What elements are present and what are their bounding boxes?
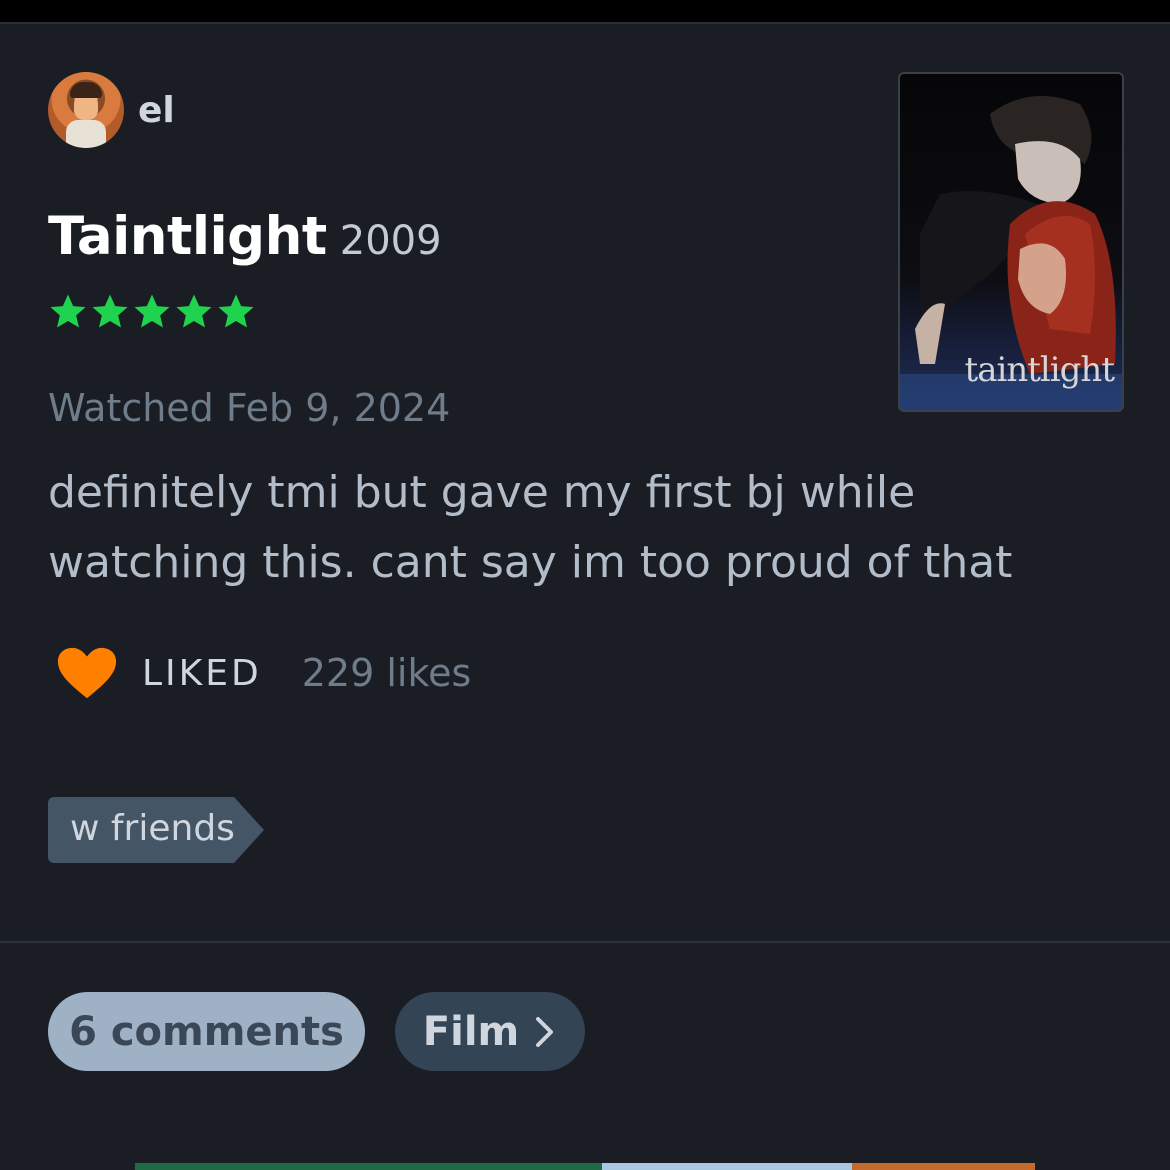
username[interactable]: el: [138, 90, 175, 131]
avatar[interactable]: [48, 72, 124, 148]
film-heading: Taintlight 2009: [48, 206, 442, 267]
section-divider: [0, 941, 1170, 943]
watched-date: Watched Feb 9, 2024: [48, 386, 451, 430]
star-rating: [48, 292, 256, 342]
header-divider: [0, 22, 1170, 24]
liked-label[interactable]: LIKED: [142, 653, 262, 694]
film-title[interactable]: Taintlight: [48, 206, 327, 267]
film-year[interactable]: 2009: [340, 218, 442, 264]
likes-count[interactable]: 229 likes: [302, 651, 472, 695]
star-icon: [176, 294, 212, 328]
heart-icon[interactable]: [56, 645, 118, 701]
bottom-image-strip: [135, 1163, 1035, 1170]
film-button[interactable]: Film: [395, 992, 585, 1071]
chevron-right-icon: [536, 1016, 554, 1047]
star-icon: [218, 294, 254, 328]
poster-title: taintlight: [964, 350, 1115, 390]
star-icon: [50, 294, 86, 328]
like-row: LIKED 229 likes: [56, 645, 471, 701]
status-bar: [0, 0, 1170, 22]
star-icon: [134, 294, 170, 328]
film-poster[interactable]: taintlight: [898, 72, 1124, 412]
star-icon: [92, 294, 128, 328]
comments-label: 6 comments: [69, 1008, 344, 1055]
review-text: definitely tmi but gave my first bj whil…: [48, 467, 1013, 588]
tag-label[interactable]: w friends: [48, 797, 264, 863]
comments-button[interactable]: 6 comments: [48, 992, 365, 1071]
film-label: Film: [422, 1008, 520, 1055]
